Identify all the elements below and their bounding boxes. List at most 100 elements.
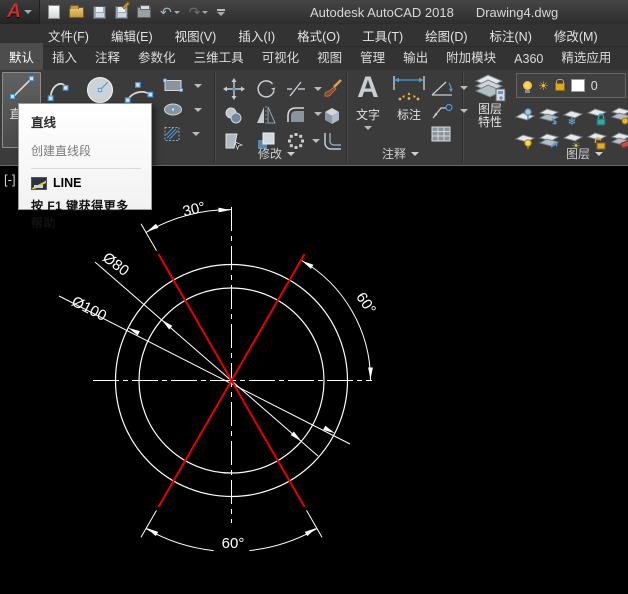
chevron-down-icon <box>194 107 202 112</box>
layer-on-button[interactable] <box>514 129 536 151</box>
text-tool-label: 文字 <box>355 108 380 122</box>
line-command-icon <box>31 176 47 190</box>
title-bar: A ↶ ↷ Autodesk AutoCAD 2018 Drawing4.dwg <box>0 0 628 24</box>
mirror-icon <box>257 106 276 124</box>
move-button[interactable] <box>221 78 247 100</box>
layer-lock-button[interactable] <box>586 105 608 127</box>
chevron-down-icon <box>23 10 32 14</box>
layer-color-swatch[interactable] <box>570 79 585 92</box>
layer-isolate-button[interactable] <box>514 105 536 127</box>
tab-a360[interactable]: A360 <box>505 48 552 70</box>
layers-panel-label[interactable]: 图层 <box>566 145 604 162</box>
modify-panel-label[interactable]: 修改 <box>258 145 296 162</box>
customize-qat-button[interactable] <box>217 3 226 21</box>
save-icon <box>93 5 106 19</box>
rotate-icon <box>257 80 276 98</box>
document-title: Drawing4.dwg <box>475 4 559 20</box>
plot-button[interactable] <box>137 3 151 21</box>
viewport-controls[interactable]: [-] <box>4 172 16 187</box>
arc-tool-button[interactable] <box>121 73 157 107</box>
redo-icon: ↷ <box>188 4 201 20</box>
angle-60-right-dimension: 60° <box>300 259 379 381</box>
layer-isolate-icon <box>514 108 536 121</box>
tab-annotate[interactable]: 注释 <box>86 43 129 70</box>
tab-view[interactable]: 视图 <box>308 43 351 70</box>
tab-manage[interactable]: 管理 <box>351 43 394 70</box>
app-menu-button[interactable]: A <box>0 0 40 24</box>
tab-3dtools[interactable]: 三维工具 <box>185 43 253 70</box>
layer-on-bulb-icon[interactable] <box>523 81 532 93</box>
mirror-button[interactable] <box>253 104 279 126</box>
tab-insert[interactable]: 插入 <box>43 43 86 70</box>
tab-featured-apps[interactable]: 精选应用 <box>552 43 620 70</box>
chevron-down-icon <box>312 139 320 143</box>
polyline-tool-button[interactable] <box>44 74 78 104</box>
layer-select-combo[interactable]: ☀ 0 <box>516 73 626 98</box>
open-button[interactable] <box>69 3 84 21</box>
undo-icon: ↶ <box>160 4 172 20</box>
new-file-icon <box>48 5 60 19</box>
tab-home[interactable]: 默认 <box>0 43 44 70</box>
fillet-icon <box>287 107 304 122</box>
layer-match-icon <box>538 133 560 148</box>
layer-lock-icon[interactable] <box>554 79 565 91</box>
save-as-icon <box>115 1 130 19</box>
tab-output[interactable]: 输出 <box>394 43 437 70</box>
explode-button[interactable] <box>320 104 344 126</box>
layer-change-icon <box>610 107 628 125</box>
layer-properties-button[interactable]: 图层 特性 <box>466 73 514 129</box>
angle-30-dimension: 30° <box>140 199 232 251</box>
autocad-window: A ↶ ↷ Autodesk AutoCAD 2018 Drawing4.dwg… <box>0 0 628 594</box>
layer-freeze-button[interactable]: ❄ <box>562 105 584 128</box>
copy-icon <box>225 107 242 124</box>
layer-change-button[interactable] <box>610 105 628 127</box>
customize-icon <box>217 8 226 16</box>
layer-delete-icon <box>610 132 628 149</box>
annotation-panel-label[interactable]: 注释 <box>382 145 420 162</box>
layer-make-current-icon <box>538 108 560 125</box>
angle-30-label: 30° <box>181 199 207 221</box>
stretch-button[interactable] <box>221 130 247 152</box>
panel-separator <box>346 72 347 162</box>
layer-match-button[interactable] <box>538 129 560 151</box>
tooltip-title: 直线 <box>31 116 57 130</box>
save-as-button[interactable] <box>115 1 130 21</box>
angular-dimension-button[interactable] <box>430 79 468 97</box>
save-button[interactable] <box>93 3 106 21</box>
ribbon-tab-bar: 默认 插入 注释 参数化 三维工具 可视化 视图 管理 输出 附加模块 A360… <box>0 43 628 70</box>
undo-button[interactable]: ↶ <box>160 3 180 21</box>
circle-icon <box>86 76 114 104</box>
circle-tool-button[interactable] <box>82 73 118 107</box>
layer-delete-button[interactable] <box>610 129 628 151</box>
fillet-button[interactable] <box>285 104 322 124</box>
angular-dim-icon <box>431 81 453 96</box>
offset-icon <box>324 133 341 150</box>
leader-button[interactable] <box>430 102 468 120</box>
panel-separator <box>214 72 215 162</box>
rotate-button[interactable] <box>253 78 279 100</box>
tab-parametric[interactable]: 参数化 <box>129 43 185 70</box>
leader-icon <box>432 103 453 119</box>
chevron-down-icon <box>287 151 296 156</box>
tab-visualize[interactable]: 可视化 <box>253 43 309 70</box>
dimension-tool-button[interactable]: 标注 <box>389 72 429 123</box>
ellipse-tool-button[interactable] <box>163 102 202 117</box>
match-properties-button[interactable] <box>320 78 344 100</box>
table-button[interactable] <box>430 125 452 143</box>
layer-props-label-2: 特性 <box>477 115 502 129</box>
tab-addins[interactable]: 附加模块 <box>437 43 505 70</box>
chevron-down-icon <box>411 151 420 156</box>
redo-button[interactable]: ↷ <box>189 3 209 21</box>
text-tool-button[interactable]: A 文字 <box>350 72 386 130</box>
dia-100-label: Ø100 <box>69 293 109 325</box>
table-icon <box>431 126 451 142</box>
offset-button[interactable] <box>320 130 344 152</box>
trim-button[interactable] <box>285 81 322 97</box>
rectangle-tool-button[interactable] <box>163 78 202 93</box>
hatch-tool-button[interactable] <box>163 126 200 142</box>
hatch-icon <box>164 127 180 141</box>
layer-thaw-sun-icon[interactable]: ☀ <box>538 80 549 92</box>
layer-make-current-button[interactable] <box>538 105 560 127</box>
new-file-button[interactable] <box>48 3 60 21</box>
copy-button[interactable] <box>221 104 247 126</box>
